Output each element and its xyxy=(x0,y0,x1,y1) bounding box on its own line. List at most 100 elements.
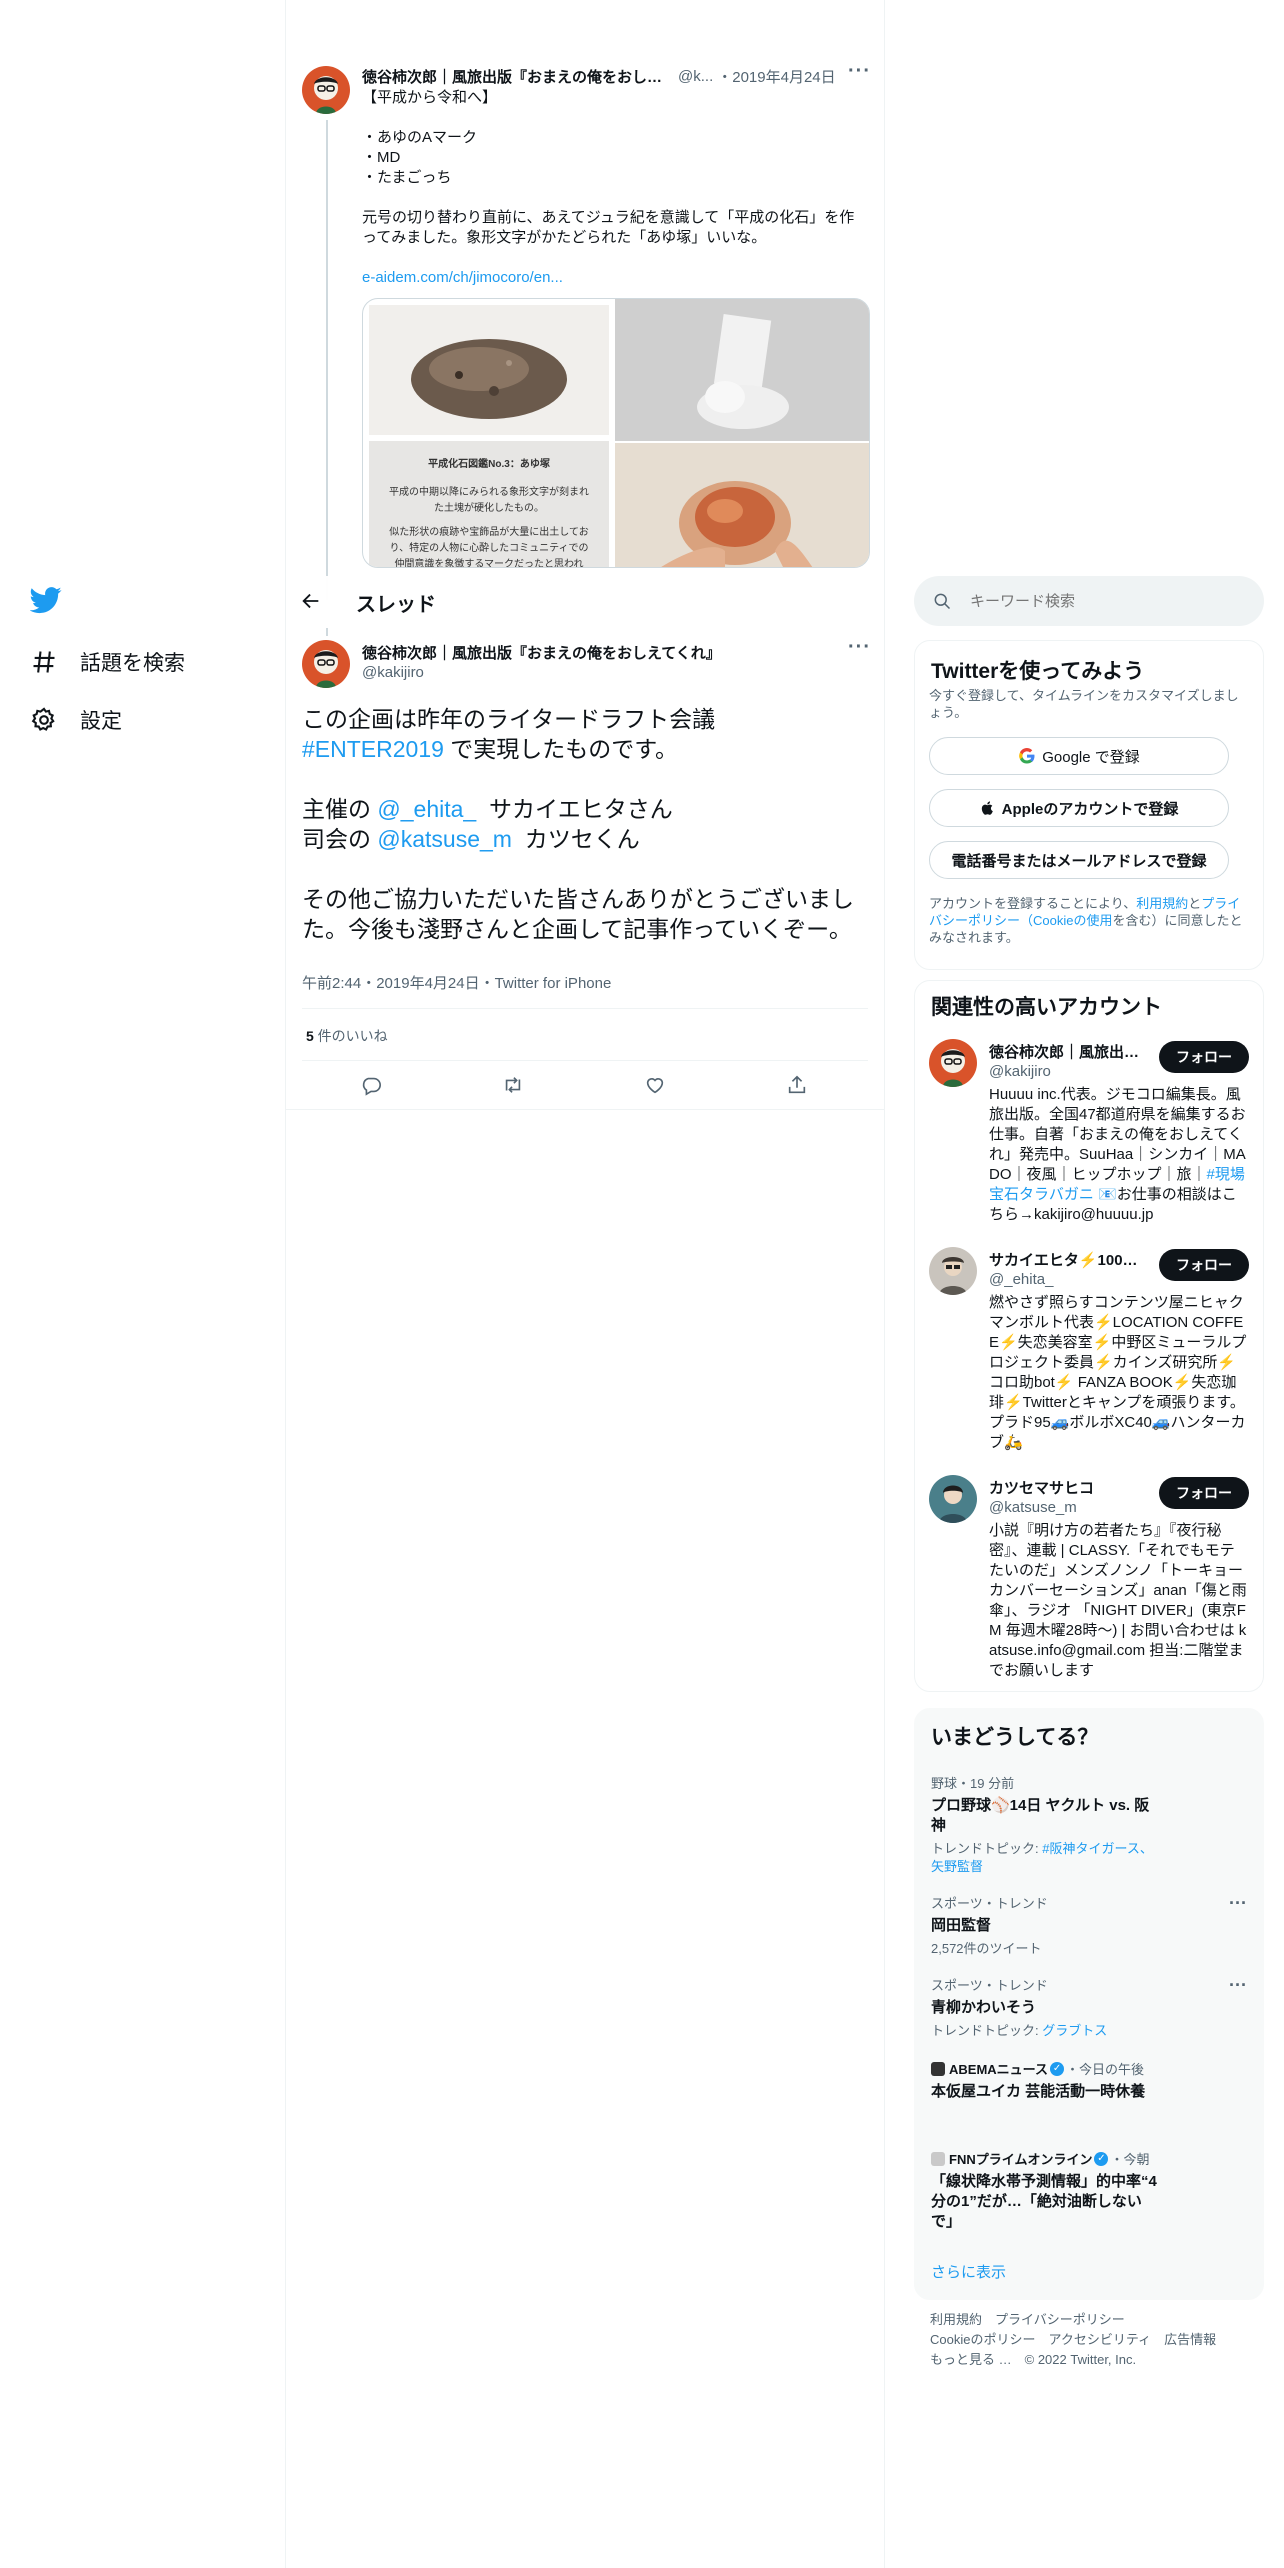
nav-explore-label: 話題を検索 xyxy=(80,652,185,675)
show-more-link[interactable]: さらに表示 xyxy=(931,2261,1006,2282)
tweet-text: で実現したものです。 xyxy=(443,736,679,762)
avatar[interactable] xyxy=(929,1247,977,1295)
avatar[interactable] xyxy=(302,640,350,688)
search-input[interactable] xyxy=(970,592,1240,610)
trend-topic-link[interactable]: グラブトス xyxy=(1042,2023,1107,2038)
trend-item[interactable]: スポーツ・トレンド 岡田監督 2,572件のツイート xyxy=(931,1893,1251,1958)
author-name[interactable]: 徳谷柿次郎｜風旅出版『おまえの俺をおし… xyxy=(362,66,662,87)
card-image-title: 平成化石図鑑No.3：あゆ塚 xyxy=(428,459,550,470)
thread-connector xyxy=(326,628,328,636)
trend-item[interactable]: 野球・19 分前 プロ野球⚾️14日 ヤクルト vs. 阪神 トレンドトピック:… xyxy=(931,1773,1251,1876)
account-handle[interactable]: @katsuse_m xyxy=(989,1499,1077,1516)
footer-privacy-link[interactable]: プライバシーポリシー xyxy=(995,2312,1125,2327)
card-image-text: た土塊が硬化したもの。 xyxy=(434,503,544,514)
photo-white-fossil[interactable] xyxy=(615,299,869,441)
nav-settings-label: 設定 xyxy=(80,710,122,733)
main-tweet: 徳谷柿次郎｜風旅出版『おまえの俺をおしえてくれ』 @kakijiro ··· こ… xyxy=(286,628,884,1110)
account-item[interactable]: 徳谷柿次郎｜風旅出… @kakijiro フォロー Huuuu inc.代表。ジ… xyxy=(929,1039,1249,1249)
likes-count[interactable]: 5 件のいいね xyxy=(306,1026,388,1046)
news-meta: ABEMAニュース ✓ ・今日の午後 xyxy=(931,2059,1251,2078)
follow-button[interactable]: フォロー xyxy=(1159,1477,1249,1509)
trend-meta: 野球・19 分前 xyxy=(931,1776,1015,1791)
search-bar[interactable] xyxy=(914,576,1264,626)
tweet-body: この企画は昨年のライタードラフト会議 #ENTER2019 で実現したものです。… xyxy=(302,704,862,944)
card-image-text: り、特定の人物に心酔したコミュニティでの xyxy=(389,543,589,554)
trends-card: いまどうしてる？ 野球・19 分前 プロ野球⚾️14日 ヤクルト vs. 阪神 … xyxy=(914,1708,1264,2300)
back-arrow-icon[interactable] xyxy=(300,590,324,614)
thread-connector xyxy=(326,120,328,600)
news-meta: FNNプライムオンライン ✓ ・今朝 xyxy=(931,2149,1251,2168)
news-title: 本仮屋ユイカ 芸能活動一時休養 xyxy=(931,2083,1146,2100)
tweet-text: 元号の切り替わり直前に、あえてジュラ紀を意識して「平成の化石」を作 xyxy=(362,209,855,226)
mention-link[interactable]: @_ehita_ xyxy=(377,796,476,822)
twitter-logo-icon[interactable] xyxy=(29,584,70,620)
previous-tweet[interactable]: 徳谷柿次郎｜風旅出版『おまえの俺をおし… @k... ・2019年4月24日 ·… xyxy=(286,0,884,600)
mention-link[interactable]: @katsuse_m xyxy=(377,826,512,852)
trend-title: 岡田監督 xyxy=(931,1917,992,1934)
google-icon xyxy=(1019,747,1035,764)
photo-hand-holding[interactable] xyxy=(615,443,869,567)
trend-item[interactable]: スポーツ・トレンド 青柳かわいそう トレンドトピック: グラブトス xyxy=(931,1975,1251,2040)
photo-grid[interactable]: 平成化石図鑑No.3：あゆ塚 平成の中期以降にみられる象形文字が刻まれ た土塊が… xyxy=(362,298,870,568)
nav-settings[interactable]: 設定 xyxy=(30,700,122,740)
tweet-date[interactable]: ・2019年4月24日 xyxy=(717,66,835,87)
more-options-icon[interactable]: ··· xyxy=(848,636,871,659)
tweet-text: 司会の xyxy=(302,826,378,852)
author-handle[interactable]: @kakijiro xyxy=(362,664,424,681)
like-icon[interactable] xyxy=(644,1074,668,1098)
more-options-icon[interactable]: ··· xyxy=(848,60,871,83)
trend-sub-prefix: トレンドトピック: xyxy=(931,2023,1043,2038)
thread-title: スレッド xyxy=(356,593,436,616)
bullet-item: ・あゆのAマーク xyxy=(362,129,478,146)
news-time: ・今日の午後 xyxy=(1066,2062,1145,2077)
search-icon xyxy=(934,593,951,610)
tweet-link[interactable]: e-aidem.com/ch/jimocoro/en... xyxy=(362,268,872,288)
share-icon[interactable] xyxy=(786,1074,810,1098)
photo-card-image[interactable]: 平成化石図鑑No.3：あゆ塚 平成の中期以降にみられる象形文字が刻まれ た土塊が… xyxy=(369,441,609,568)
footer-terms-link[interactable]: 利用規約 xyxy=(930,2312,982,2327)
footer-more-link[interactable]: もっと見る … xyxy=(930,2352,1012,2367)
follow-button[interactable]: フォロー xyxy=(1159,1249,1249,1281)
follow-button[interactable]: フォロー xyxy=(1159,1041,1249,1073)
more-options-icon[interactable]: ··· xyxy=(1229,1975,1247,1996)
account-name[interactable]: サカイエヒタ⚡️100… xyxy=(989,1249,1139,1270)
account-name[interactable]: 徳谷柿次郎｜風旅出… xyxy=(989,1041,1139,1062)
author-handle[interactable]: @k... xyxy=(678,68,713,85)
footer-accessibility-link[interactable]: アクセシビリティ xyxy=(1048,2332,1151,2347)
avatar[interactable] xyxy=(929,1475,977,1523)
author-name[interactable]: 徳谷柿次郎｜風旅出版『おまえの俺をおしえてくれ』 xyxy=(362,642,721,663)
account-handle[interactable]: @_ehita_ xyxy=(989,1271,1053,1288)
hashtag-icon xyxy=(33,651,55,673)
avatar[interactable] xyxy=(929,1039,977,1087)
account-item[interactable]: サカイエヒタ⚡️100… @_ehita_ フォロー 燃やさず照らすコンテンツ屋… xyxy=(929,1247,1249,1457)
photo-rock[interactable] xyxy=(369,305,609,435)
retweet-icon[interactable] xyxy=(502,1074,526,1098)
tweet-timestamp[interactable]: 午前2:44・2019年4月24日・Twitter for iPhone xyxy=(302,972,611,993)
more-options-icon[interactable]: ··· xyxy=(1229,1893,1247,1914)
account-handle[interactable]: @kakijiro xyxy=(989,1063,1051,1080)
news-item[interactable]: FNNプライムオンライン ✓ ・今朝 「線状降水帯予測情報」的中率“4分の1”だ… xyxy=(931,2149,1251,2232)
phone-email-signup-label: 電話番号またはメールアドレスで登録 xyxy=(951,852,1207,870)
apple-signup-label: Appleのアカウントで登録 xyxy=(1001,800,1179,818)
google-signup-button[interactable]: Google で登録 xyxy=(929,737,1229,775)
reply-icon[interactable] xyxy=(360,1074,384,1098)
phone-email-signup-button[interactable]: 電話番号またはメールアドレスで登録 xyxy=(929,841,1229,879)
nav-explore[interactable]: 話題を検索 xyxy=(30,642,185,682)
news-item[interactable]: ABEMAニュース ✓ ・今日の午後 本仮屋ユイカ 芸能活動一時休養 xyxy=(931,2059,1251,2102)
footer-cookie-link[interactable]: Cookieのポリシー xyxy=(930,2332,1035,2347)
likes-label: 件のいいね xyxy=(313,1028,388,1044)
tweet-text: サカイエヒタさん xyxy=(476,796,673,822)
card-image-text: 仲間意識を象徴するマークだったと思われ xyxy=(394,559,584,568)
apple-signup-button[interactable]: Appleのアカウントで登録 xyxy=(929,789,1229,827)
verified-badge-icon: ✓ xyxy=(1050,2061,1065,2076)
footer-ads-link[interactable]: 広告情報 xyxy=(1164,2332,1216,2347)
account-name[interactable]: カツセマサヒコ xyxy=(989,1477,1139,1498)
trend-sub: トレンドトピック: #阪神タイガース、矢野監督 xyxy=(931,1840,1161,1876)
account-item[interactable]: カツセマサヒコ @katsuse_m フォロー 小説『明け方の若者たち』『夜行秘… xyxy=(929,1475,1249,1685)
gear-icon xyxy=(31,707,55,731)
card-image-text: 平成の中期以降にみられる象形文字が刻まれ xyxy=(389,487,589,498)
legal-text: アカウントを登録することにより、 xyxy=(929,896,1137,911)
hashtag-link[interactable]: #ENTER2019 xyxy=(302,736,444,762)
avatar[interactable] xyxy=(302,66,350,114)
terms-link[interactable]: 利用規約 xyxy=(1136,896,1188,911)
